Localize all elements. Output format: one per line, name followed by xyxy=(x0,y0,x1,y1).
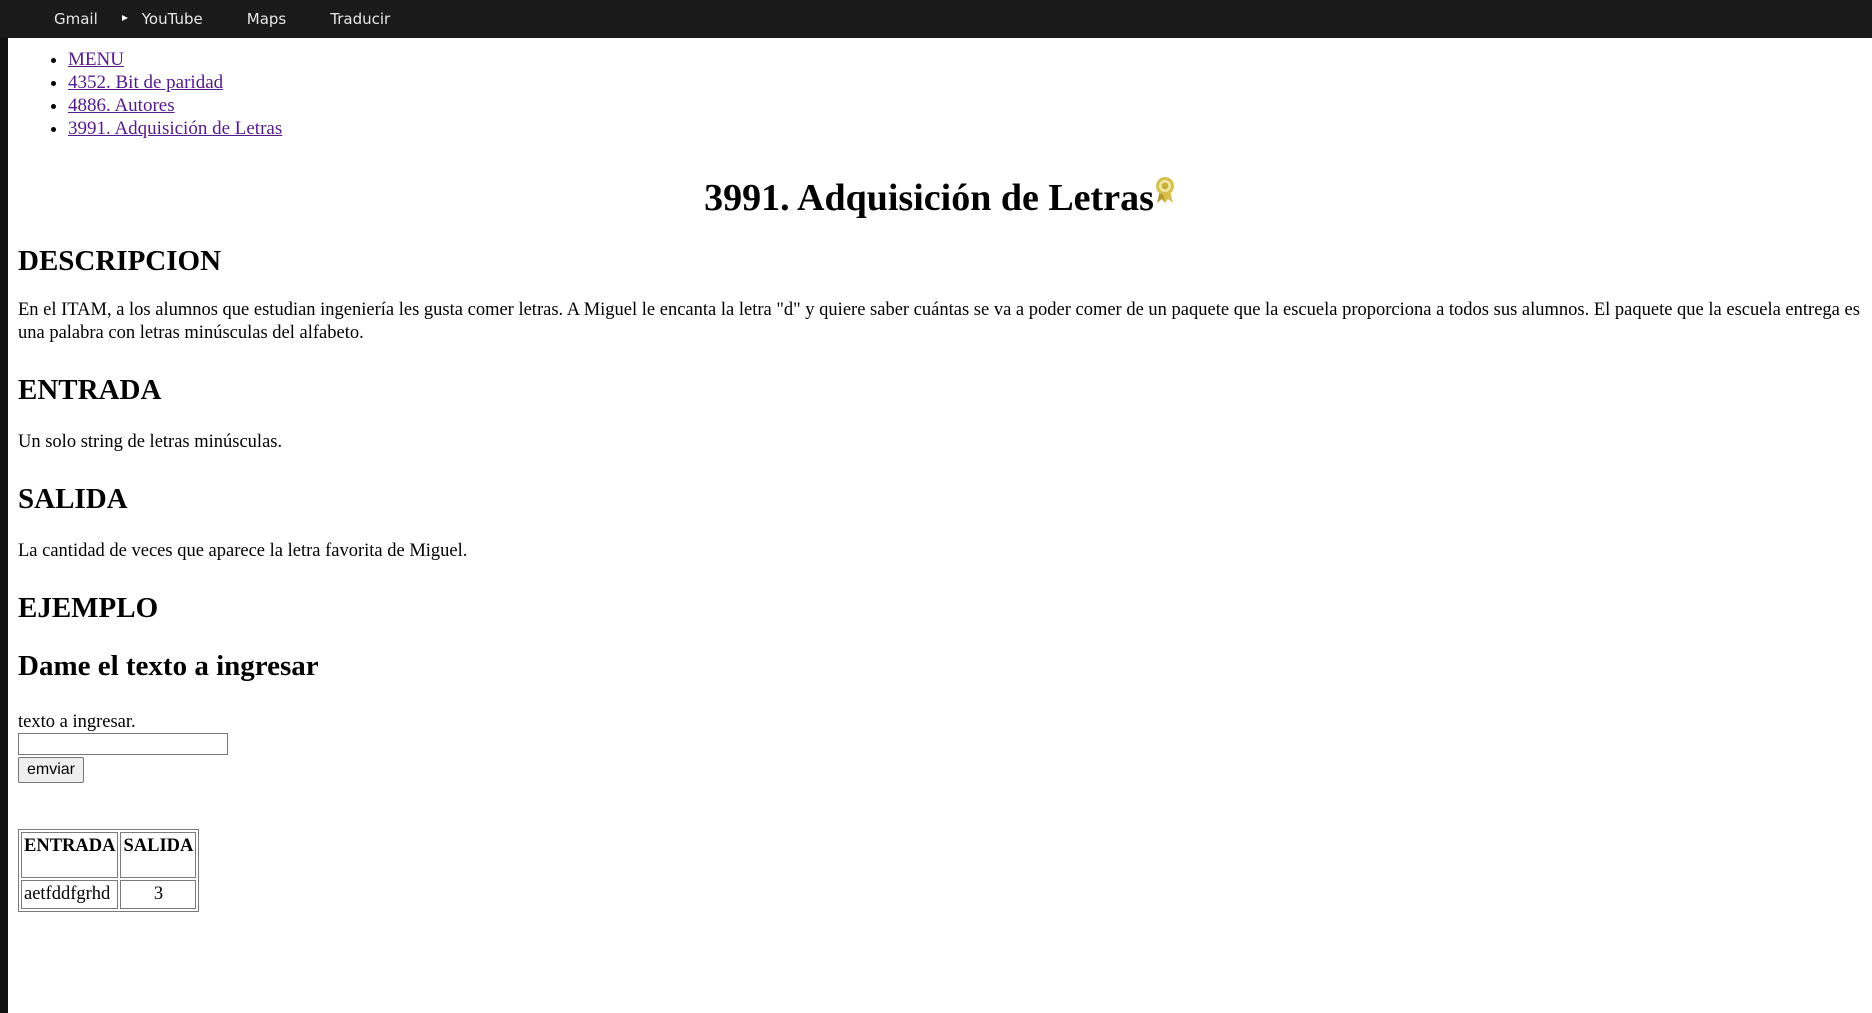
ejemplo-heading: EJEMPLO xyxy=(18,592,159,624)
descripcion-heading: DESCRIPCION xyxy=(18,245,222,277)
results-table: ENTRADA SALIDA aetfddfgrhd 3 xyxy=(18,829,200,912)
entrada-text: Un solo string de letras minúsculas. xyxy=(18,432,283,452)
award-icon xyxy=(1154,170,1176,203)
form-label: texto a ingresar. xyxy=(18,712,136,732)
menu-item: MENU xyxy=(68,48,1862,71)
salida-heading: SALIDA xyxy=(18,483,128,515)
menu-item: 3991. Adquisición de Letras xyxy=(68,117,1862,140)
text-input[interactable] xyxy=(18,733,228,755)
form-heading: Dame el texto a ingresar xyxy=(18,650,319,682)
bookmark-label: Gmail xyxy=(54,10,98,28)
page-content: MENU 4352. Bit de paridad 4886. Autores … xyxy=(8,38,1872,1013)
table-cell-entrada: aetfddfgrhd xyxy=(21,880,119,909)
submit-button[interactable]: emviar xyxy=(18,757,85,783)
text-form: texto a ingresar. emviar xyxy=(18,711,1862,783)
table-header-salida: SALIDA xyxy=(120,832,197,878)
page-icon xyxy=(26,11,42,27)
menu-link-menu[interactable]: MENU xyxy=(68,49,124,70)
page-icon xyxy=(219,11,235,27)
nav-menu: MENU 4352. Bit de paridad 4886. Autores … xyxy=(18,48,1862,140)
youtube-icon xyxy=(114,11,134,27)
menu-link-adquisicion-de-letras[interactable]: 3991. Adquisición de Letras xyxy=(68,118,282,139)
descripcion-text: En el ITAM, a los alumnos que estudian i… xyxy=(18,300,1860,343)
page-title-text: 3991. Adquisición de Letras xyxy=(704,177,1154,219)
page-title: 3991. Adquisición de Letras xyxy=(18,170,1862,220)
menu-link-autores[interactable]: 4886. Autores xyxy=(68,95,175,116)
bookmark-traducir[interactable]: Traducir xyxy=(302,10,390,28)
menu-item: 4352. Bit de paridad xyxy=(68,71,1862,94)
menu-link-bit-de-paridad[interactable]: 4352. Bit de paridad xyxy=(68,72,223,93)
bookmark-gmail[interactable]: Gmail xyxy=(26,10,98,28)
bookmark-label: Maps xyxy=(246,10,287,28)
menu-item: 4886. Autores xyxy=(68,94,1862,117)
bookmark-youtube[interactable]: YouTube xyxy=(114,10,203,28)
page-icon xyxy=(302,11,318,27)
salida-text: La cantidad de veces que aparece la letr… xyxy=(18,541,468,561)
table-header-row: ENTRADA SALIDA xyxy=(21,832,197,878)
window-edge xyxy=(0,38,8,1013)
entrada-heading: ENTRADA xyxy=(18,374,162,406)
table-header-entrada: ENTRADA xyxy=(21,832,119,878)
table-cell-salida: 3 xyxy=(120,880,197,909)
bookmark-label: Traducir xyxy=(330,10,391,28)
bookmark-label: YouTube xyxy=(141,10,203,28)
bookmark-maps[interactable]: Maps xyxy=(219,10,286,28)
table-row: aetfddfgrhd 3 xyxy=(21,880,197,909)
bookmarks-bar: Gmail YouTube Maps Traducir xyxy=(0,0,1872,38)
